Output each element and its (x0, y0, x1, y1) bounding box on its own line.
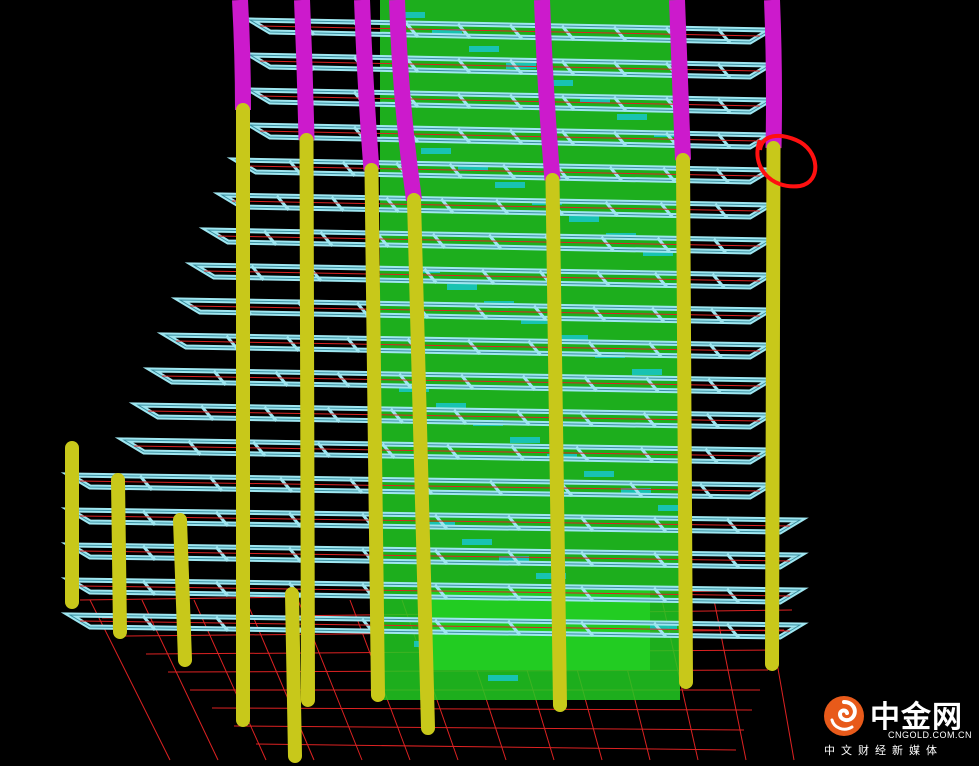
core-opening (447, 284, 477, 290)
column-lower (765, 141, 781, 671)
core-opening (584, 471, 614, 477)
column-lower (676, 153, 693, 689)
column-lower (545, 173, 567, 712)
watermark-tagline: 中文财经新媒体 (824, 744, 943, 757)
cngold-watermark: 中金网 CNGOLD.COM.CN 中文财经新媒体 (818, 690, 978, 766)
core-opening (569, 216, 599, 222)
core-opening (632, 369, 662, 375)
core-opening (469, 46, 499, 52)
column-upper (294, 0, 315, 141)
column-upper (232, 0, 251, 111)
column-upper (354, 0, 380, 171)
core-opening (617, 114, 647, 120)
core-opening (421, 148, 451, 154)
column-upper (534, 0, 561, 181)
core-opening (510, 437, 540, 443)
core-opening (495, 182, 525, 188)
structure-3d-viewport[interactable] (0, 0, 979, 766)
watermark-site: CNGOLD.COM.CN (888, 730, 973, 740)
column-lower (285, 587, 302, 763)
column-upper (669, 0, 691, 161)
column-lower (173, 513, 192, 667)
swirl-logo-icon (824, 696, 864, 736)
column-lower (364, 163, 385, 702)
core-opening (488, 675, 518, 681)
column-lower (111, 473, 127, 639)
column-lower (299, 133, 315, 707)
core-opening (462, 539, 492, 545)
structural-model-canvas[interactable] (0, 0, 979, 766)
column-upper (764, 0, 782, 149)
